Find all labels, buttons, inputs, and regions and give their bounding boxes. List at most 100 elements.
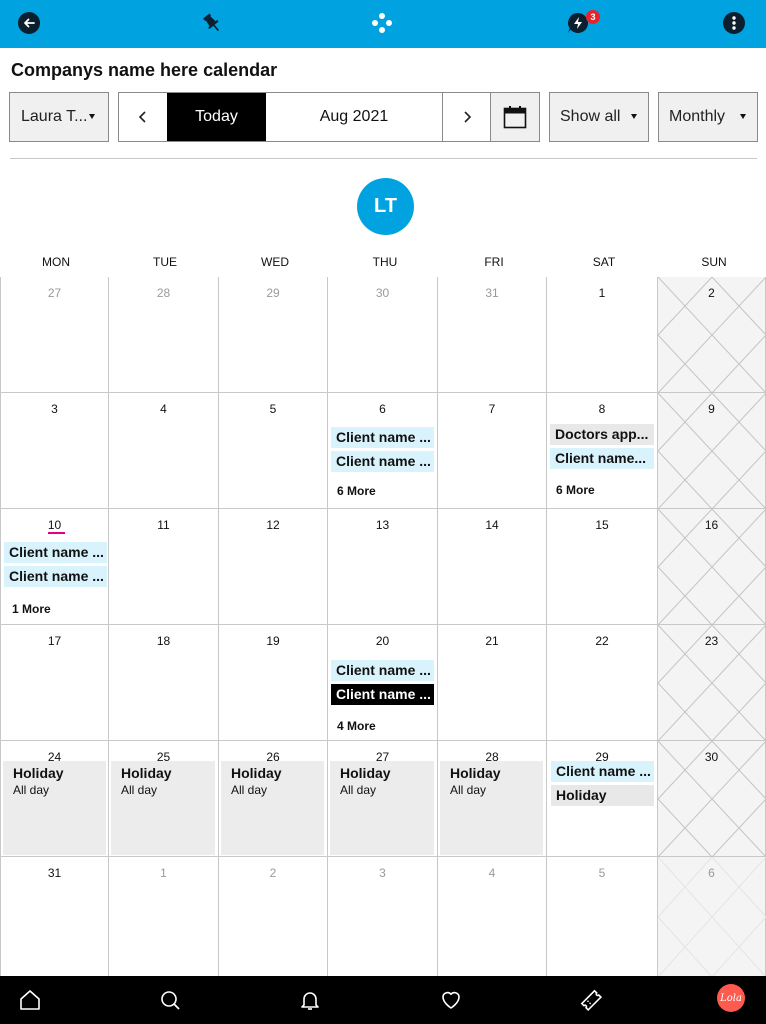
holiday-event[interactable]: Holiday All day bbox=[440, 761, 543, 855]
day-cell[interactable]: 1 bbox=[109, 857, 219, 977]
day-cell[interactable]: 10 Client name ... Client name ... 1 More bbox=[0, 509, 109, 625]
chevron-down-icon bbox=[89, 114, 95, 119]
day-number: 28 bbox=[156, 286, 171, 300]
holiday-event[interactable]: Holiday All day bbox=[3, 761, 106, 855]
holiday-event[interactable]: Holiday All day bbox=[221, 761, 324, 855]
current-period-label: Aug 2021 bbox=[319, 108, 389, 125]
day-cell[interactable]: 17 bbox=[0, 625, 109, 741]
ticket-icon[interactable] bbox=[579, 988, 603, 1012]
day-cell[interactable]: 2 bbox=[658, 277, 766, 393]
day-cell[interactable]: 7 bbox=[438, 393, 547, 509]
day-number: 2 bbox=[708, 286, 715, 300]
day-cell[interactable]: 28 Holiday All day bbox=[438, 741, 547, 857]
page-title: Companys name here calendar bbox=[11, 60, 278, 80]
day-cell[interactable]: 6 bbox=[658, 857, 766, 977]
day-cell[interactable]: 5 bbox=[219, 393, 328, 509]
date-picker-button[interactable] bbox=[490, 93, 539, 141]
day-cell[interactable]: 29 bbox=[219, 277, 328, 393]
heart-icon[interactable] bbox=[439, 988, 463, 1012]
day-cell[interactable]: 3 bbox=[328, 857, 438, 977]
search-icon[interactable] bbox=[158, 988, 182, 1012]
day-cell[interactable]: 25 Holiday All day bbox=[109, 741, 219, 857]
more-events-link[interactable]: 6 More bbox=[337, 484, 376, 498]
back-icon[interactable] bbox=[17, 11, 41, 35]
user-select[interactable]: Laura T... bbox=[9, 92, 109, 142]
day-cell[interactable]: 16 bbox=[658, 509, 766, 625]
holiday-event[interactable]: Holiday All day bbox=[330, 761, 434, 855]
divider bbox=[10, 158, 757, 159]
home-icon[interactable] bbox=[18, 988, 42, 1012]
day-cell[interactable]: 6 Client name ... Client name ... 6 More bbox=[328, 393, 438, 509]
more-vertical-icon[interactable] bbox=[722, 11, 746, 35]
day-cell[interactable]: 14 bbox=[438, 509, 547, 625]
day-cell[interactable]: 26 Holiday All day bbox=[219, 741, 328, 857]
event-chip[interactable]: Holiday bbox=[551, 785, 654, 806]
day-cell[interactable]: 8 Doctors app... Client name... 6 More bbox=[547, 393, 658, 509]
day-cell[interactable]: 23 bbox=[658, 625, 766, 741]
next-period-button[interactable] bbox=[442, 93, 490, 141]
filter-select[interactable]: Show all bbox=[549, 92, 649, 142]
day-cell[interactable]: 12 bbox=[219, 509, 328, 625]
holiday-subtitle: All day bbox=[340, 783, 377, 797]
event-chip[interactable]: Client name... bbox=[550, 448, 654, 469]
day-cell[interactable]: 22 bbox=[547, 625, 658, 741]
day-number: 1 bbox=[598, 286, 606, 300]
more-events-link[interactable]: 6 More bbox=[556, 483, 595, 497]
day-cell[interactable]: 31 bbox=[438, 277, 547, 393]
day-cell[interactable]: 18 bbox=[109, 625, 219, 741]
day-cell[interactable]: 2 bbox=[219, 857, 328, 977]
holiday-event[interactable]: Holiday All day bbox=[111, 761, 215, 855]
day-cell[interactable]: 31 bbox=[0, 857, 109, 977]
avatar[interactable]: LT bbox=[357, 178, 414, 235]
day-cell[interactable]: 15 bbox=[547, 509, 658, 625]
day-cell[interactable]: 13 bbox=[328, 509, 438, 625]
notification-badge: 3 bbox=[586, 10, 600, 24]
day-cell[interactable]: 30 bbox=[328, 277, 438, 393]
day-number: 22 bbox=[595, 634, 609, 648]
more-events-link[interactable]: 1 More bbox=[12, 602, 51, 616]
day-cell[interactable]: 9 bbox=[658, 393, 766, 509]
holiday-title: Holiday bbox=[13, 765, 64, 781]
weekday-tue: TUE bbox=[153, 255, 177, 269]
day-number: 27 bbox=[47, 286, 62, 300]
event-chip[interactable]: Client name ... bbox=[331, 660, 434, 681]
day-cell[interactable]: 24 Holiday All day bbox=[0, 741, 109, 857]
day-number: 9 bbox=[708, 402, 715, 416]
lola-assistant-button[interactable]: Lola bbox=[717, 984, 745, 1012]
previous-period-button[interactable] bbox=[119, 93, 167, 141]
day-cell[interactable]: 19 bbox=[219, 625, 328, 741]
more-events-link[interactable]: 4 More bbox=[337, 719, 376, 733]
bell-icon[interactable] bbox=[298, 988, 322, 1012]
apps-icon[interactable] bbox=[370, 11, 394, 35]
event-chip[interactable]: Client name ... bbox=[331, 427, 434, 448]
pin-icon[interactable] bbox=[200, 11, 224, 35]
day-cell[interactable]: 4 bbox=[109, 393, 219, 509]
today-button[interactable]: Today bbox=[167, 93, 266, 141]
day-cell[interactable]: 29 Client name ... Holiday bbox=[547, 741, 658, 857]
day-number: 3 bbox=[379, 866, 386, 880]
event-chip[interactable]: Client name ... bbox=[331, 684, 434, 705]
event-chip[interactable]: Client name ... bbox=[331, 451, 434, 472]
weekday-thu: THU bbox=[372, 255, 398, 269]
day-number: 16 bbox=[704, 518, 719, 532]
day-cell[interactable]: 27 Holiday All day bbox=[328, 741, 438, 857]
day-cell[interactable]: 20 Client name ... Client name ... 4 More bbox=[328, 625, 438, 741]
day-cell[interactable]: 4 bbox=[438, 857, 547, 977]
event-chip[interactable]: Client name ... bbox=[551, 761, 654, 782]
day-cell[interactable]: 3 bbox=[0, 393, 109, 509]
view-select[interactable]: Monthly bbox=[658, 92, 758, 142]
day-cell[interactable]: 30 bbox=[658, 741, 766, 857]
day-number: 30 bbox=[704, 750, 719, 764]
day-cell[interactable]: 11 bbox=[109, 509, 219, 625]
holiday-title: Holiday bbox=[121, 765, 172, 781]
day-cell[interactable]: 5 bbox=[547, 857, 658, 977]
event-chip[interactable]: Doctors app... bbox=[550, 424, 654, 445]
day-number: 19 bbox=[266, 634, 280, 648]
holiday-title: Holiday bbox=[450, 765, 501, 781]
day-cell[interactable]: 27 bbox=[0, 277, 109, 393]
day-cell[interactable]: 21 bbox=[438, 625, 547, 741]
day-cell[interactable]: 28 bbox=[109, 277, 219, 393]
event-chip[interactable]: Client name ... bbox=[4, 566, 107, 587]
day-cell[interactable]: 1 bbox=[547, 277, 658, 393]
event-chip[interactable]: Client name ... bbox=[4, 542, 107, 563]
